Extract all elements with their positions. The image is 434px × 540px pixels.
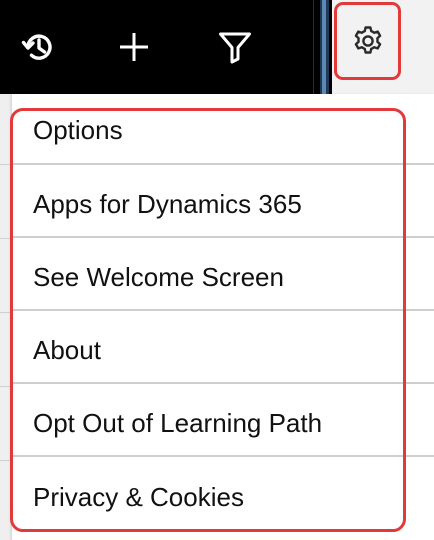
menu-item-label: Options <box>33 115 123 145</box>
menu-item-label: About <box>33 335 101 365</box>
menu-item-label: Opt Out of Learning Path <box>33 408 323 438</box>
new-button[interactable] <box>109 22 159 72</box>
plus-icon <box>120 33 148 61</box>
history-button[interactable] <box>13 22 63 72</box>
row-separator <box>0 312 11 313</box>
menu-item-opt-out-learning-path[interactable]: Opt Out of Learning Path <box>11 384 434 457</box>
background-list-edge <box>0 94 11 540</box>
toolbar-divider <box>313 0 314 94</box>
filter-icon <box>219 32 251 64</box>
menu-item-label: Apps for Dynamics 365 <box>33 189 302 219</box>
row-separator <box>0 164 11 165</box>
app-window: Options Apps for Dynamics 365 See Welcom… <box>0 0 434 540</box>
row-separator <box>0 386 11 387</box>
menu-item-see-welcome-screen[interactable]: See Welcome Screen <box>11 238 434 311</box>
menu-item-privacy-cookies[interactable]: Privacy & Cookies <box>11 457 434 540</box>
menu-item-about[interactable]: About <box>11 311 434 384</box>
gear-icon <box>354 26 381 54</box>
settings-button[interactable] <box>334 2 401 80</box>
menu-item-options[interactable]: Options <box>11 94 434 165</box>
toolbar-edge <box>320 0 332 94</box>
row-separator <box>0 460 11 461</box>
row-separator <box>0 238 11 239</box>
menu-item-apps-for-dynamics[interactable]: Apps for Dynamics 365 <box>11 165 434 238</box>
history-icon <box>21 34 52 60</box>
menu-item-label: See Welcome Screen <box>33 262 284 292</box>
filter-button[interactable] <box>210 22 260 72</box>
menu-item-label: Privacy & Cookies <box>33 482 244 512</box>
